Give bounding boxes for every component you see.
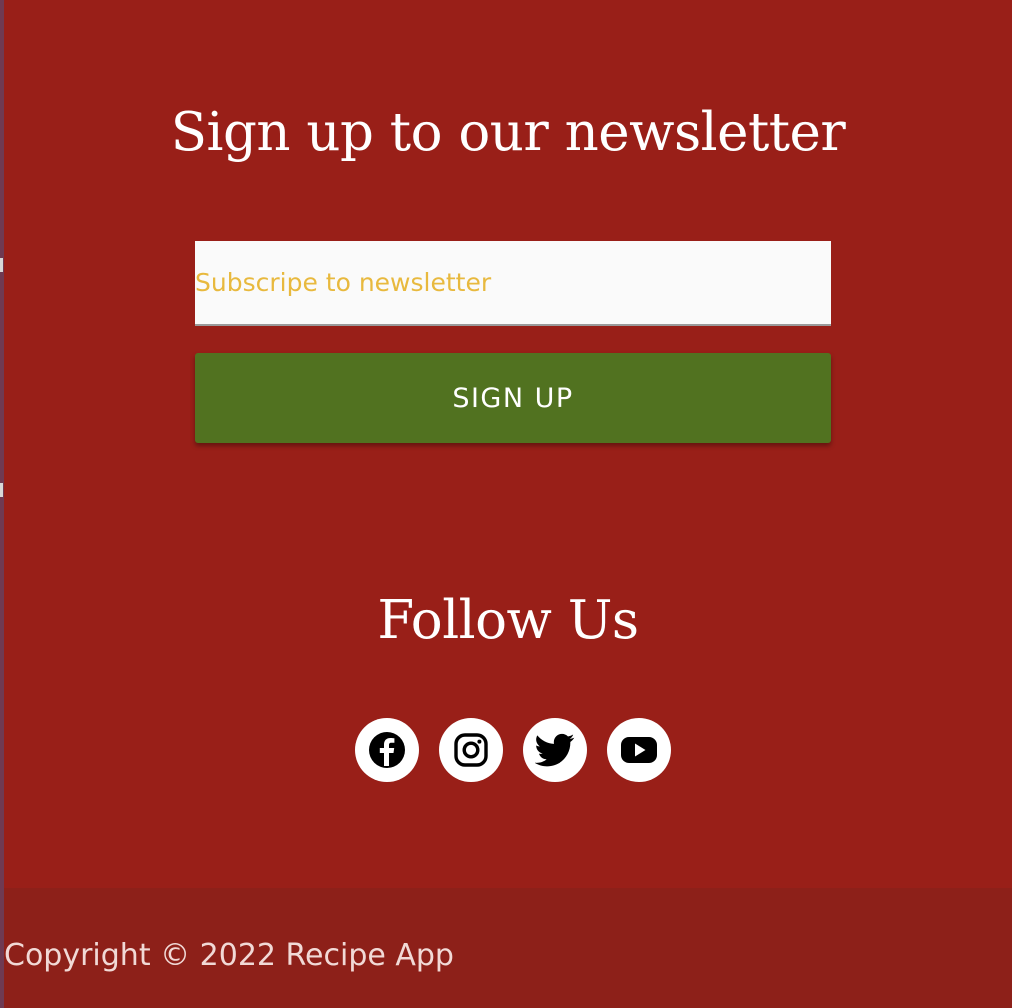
signup-button[interactable]: SIGN UP [195,353,831,443]
edge-marker [0,258,3,272]
facebook-icon [369,732,405,768]
social-links [355,718,671,782]
twitter-link[interactable] [523,718,587,782]
youtube-link[interactable] [607,718,671,782]
facebook-link[interactable] [355,718,419,782]
newsletter-email-field[interactable] [195,241,831,326]
footer: Copyright © 2022 Recipe App [4,888,1012,1008]
copyright-text: Copyright © 2022 Recipe App [4,938,454,973]
twitter-icon [535,733,575,767]
youtube-icon [621,737,657,763]
edge-marker [0,483,3,497]
instagram-link[interactable] [439,718,503,782]
instagram-icon [454,733,488,767]
follow-us-title: Follow Us [377,590,639,651]
newsletter-title: Sign up to our newsletter [170,102,846,163]
